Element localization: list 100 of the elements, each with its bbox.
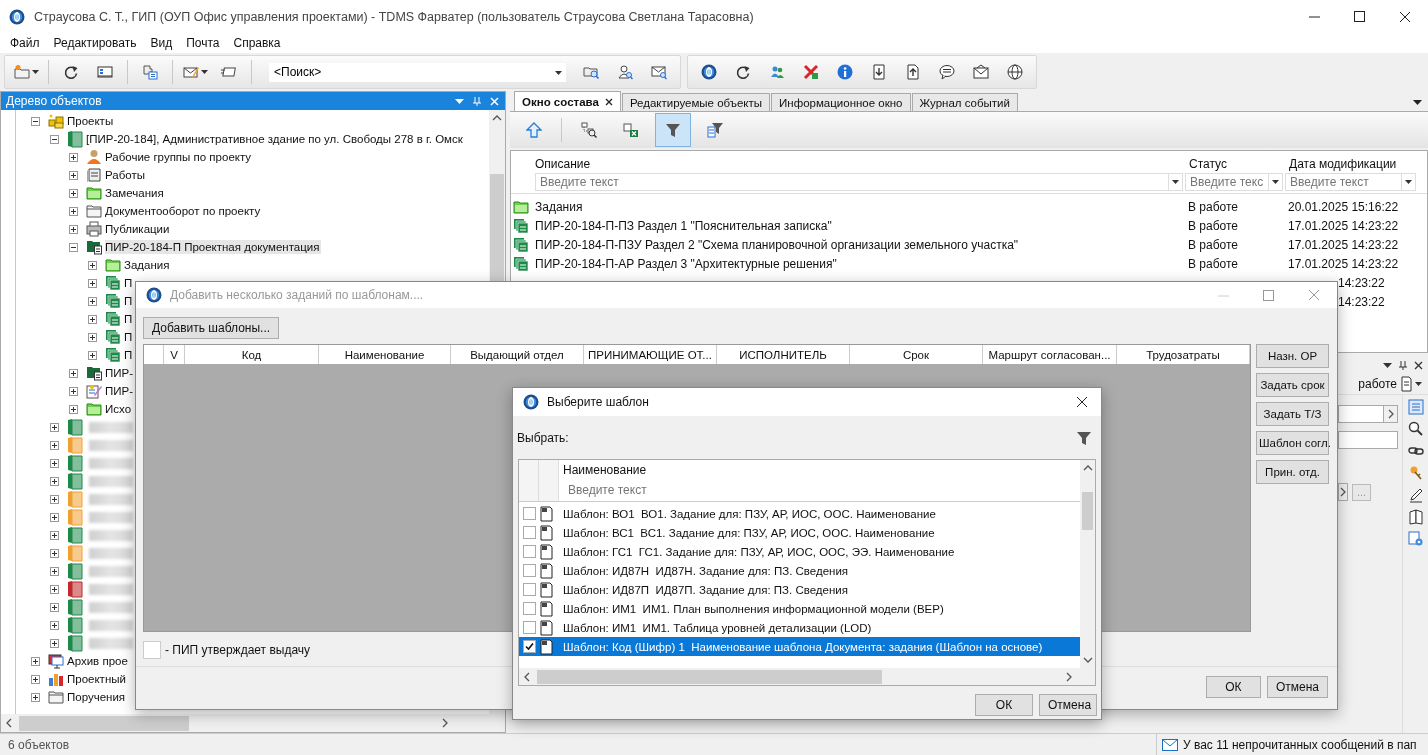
globe-icon[interactable] — [1007, 64, 1023, 80]
close-icon[interactable] — [1414, 360, 1423, 370]
list-row[interactable]: Шаблон: ИМ1 ИМ1. План выполнения информационной модели (ВЕР) — [519, 599, 1080, 618]
menu-item[interactable]: Редактировать — [46, 36, 144, 50]
expand-toggle[interactable] — [50, 494, 59, 504]
book-icon[interactable] — [1407, 509, 1424, 525]
column-header[interactable]: V — [170, 348, 178, 361]
column-header[interactable]: Маршрут согласован... — [988, 348, 1111, 361]
expand-toggle[interactable] — [69, 368, 78, 378]
column-header[interactable]: ИСПОЛНИТЕЛЬ — [739, 348, 827, 361]
tree-item[interactable]: ПИР- — [105, 366, 135, 380]
checkbox[interactable] — [522, 640, 536, 653]
combo-field[interactable] — [1338, 405, 1398, 423]
scroll-left-icon[interactable] — [5, 718, 13, 728]
filter-icon[interactable] — [1077, 430, 1091, 445]
expand-toggle[interactable] — [88, 296, 97, 306]
document-icon[interactable] — [1400, 375, 1412, 392]
scroll-right-icon[interactable] — [441, 718, 449, 728]
expand-toggle[interactable] — [50, 134, 59, 144]
list-row[interactable]: Шаблон: ИД87П ИД87П. Задание для: ПЗ. Сведения — [519, 580, 1080, 599]
list-row[interactable]: Шаблон: ВО1 ВО1. Задание для: ПЗУ, АР, ИОС, ООС. Наименование — [519, 504, 1080, 523]
expand-toggle[interactable] — [88, 350, 97, 360]
filter-field[interactable]: Введите текст — [559, 480, 1080, 500]
column-header[interactable]: Статус — [1189, 157, 1227, 171]
expand-toggle[interactable] — [50, 638, 59, 648]
tree-item[interactable]: Проектный — [67, 672, 127, 686]
caret-icon[interactable] — [31, 70, 39, 74]
pencil-icon[interactable] — [1407, 487, 1424, 503]
scrollbar[interactable] — [519, 668, 1095, 685]
menu-item[interactable]: Справка — [226, 36, 288, 50]
tree-item[interactable]: Архив прое — [67, 654, 129, 668]
expand-toggle[interactable] — [69, 152, 78, 162]
tree-item[interactable]: ПИР-20-184-П Проектная документация — [105, 240, 321, 254]
users-icon[interactable] — [769, 64, 785, 80]
caret-icon[interactable] — [1272, 180, 1279, 184]
filter-field[interactable]: Введите текс — [1185, 173, 1283, 191]
caret-icon[interactable] — [1415, 381, 1422, 386]
expand-toggle[interactable] — [88, 332, 97, 342]
expand-toggle[interactable] — [50, 458, 59, 468]
scroll-thumb[interactable] — [1082, 492, 1093, 530]
column-header[interactable]: Дата модификации — [1289, 157, 1397, 171]
expand-toggle[interactable] — [50, 584, 59, 594]
expand-toggle[interactable] — [69, 206, 78, 216]
column-header[interactable]: Трудозатраты — [1146, 348, 1220, 361]
cross-icon[interactable] — [803, 64, 819, 80]
tree-item[interactable]: П — [124, 294, 134, 308]
arrow-right-icon[interactable] — [1386, 409, 1395, 419]
tab[interactable]: Редактируемые объекты — [621, 93, 771, 111]
column-header[interactable]: Наименование — [344, 348, 425, 361]
arrow-right-icon[interactable] — [1339, 487, 1347, 497]
settings-icon[interactable] — [1407, 531, 1424, 547]
scroll-right-icon[interactable] — [1065, 671, 1073, 682]
tab[interactable]: Журнал событий — [911, 93, 1018, 111]
expand-toggle[interactable] — [50, 620, 59, 630]
caret-icon[interactable] — [1172, 180, 1179, 184]
document-upload-icon[interactable] — [905, 64, 921, 80]
text-field[interactable] — [1338, 483, 1348, 501]
expand-toggle[interactable] — [69, 170, 78, 180]
tab[interactable]: Информационное окно — [771, 93, 911, 111]
scrollbar[interactable] — [1080, 460, 1095, 668]
expand-toggle[interactable] — [69, 188, 78, 198]
chat-icon[interactable] — [939, 64, 955, 80]
pin-icon[interactable] — [1398, 360, 1408, 370]
scroll-thumb[interactable] — [490, 174, 504, 284]
checkbox[interactable] — [522, 564, 536, 577]
expand-toggle[interactable] — [50, 548, 59, 558]
send-mail-icon[interactable] — [221, 64, 237, 80]
tree-item[interactable]: ПИР- — [105, 384, 135, 398]
expand-toggle[interactable] — [69, 224, 78, 234]
close-icon[interactable] — [1399, 10, 1411, 23]
checkbox[interactable] — [522, 621, 536, 634]
dialog-button[interactable]: ОК — [975, 694, 1033, 716]
expand-toggle[interactable] — [88, 314, 97, 324]
refresh-icon[interactable] — [63, 64, 79, 80]
expand-toggle[interactable] — [31, 674, 40, 684]
filter-field[interactable]: Введите текст — [535, 173, 1183, 191]
tree-item[interactable]: Задания — [124, 258, 171, 272]
action-button[interactable]: Шаблон согл. — [1256, 431, 1329, 455]
toolbar-button[interactable] — [655, 113, 691, 147]
action-button[interactable]: Задать срок — [1256, 373, 1329, 397]
expand-toggle[interactable] — [50, 440, 59, 450]
tab[interactable]: Окно состава — [514, 91, 621, 111]
tree-item[interactable]: Поручения — [67, 690, 127, 704]
expand-toggle[interactable] — [50, 530, 59, 540]
tree-item[interactable]: [ПИР-20-184], Административное здание по ул. Свободы 278 в г. Омск — [86, 132, 464, 146]
caret-icon[interactable] — [200, 70, 208, 74]
scroll-down-icon[interactable] — [1082, 656, 1093, 664]
tree-item[interactable]: Публикации — [105, 222, 171, 236]
checkbox[interactable] — [143, 641, 161, 659]
mail-icon[interactable] — [973, 64, 989, 80]
scroll-up-icon[interactable] — [1082, 464, 1093, 472]
text-field[interactable] — [1338, 431, 1398, 449]
checkbox[interactable] — [522, 507, 536, 520]
menu-item[interactable]: Файл — [3, 36, 47, 50]
checkbox[interactable] — [522, 545, 536, 558]
action-button[interactable]: Назн. ОР — [1256, 344, 1329, 368]
tree-item[interactable]: П — [124, 312, 134, 326]
expand-toggle[interactable] — [69, 386, 78, 396]
compose-mail-icon[interactable] — [182, 64, 199, 80]
checkbox[interactable] — [522, 583, 536, 596]
